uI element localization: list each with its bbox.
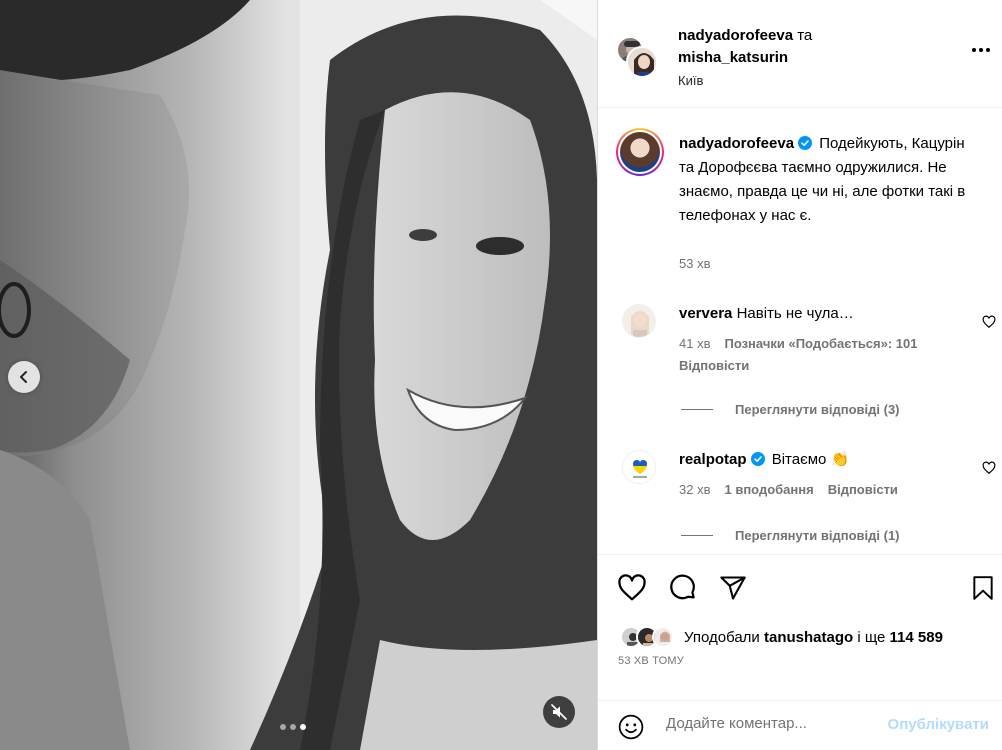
comment-likes[interactable]: Позначки «Подобається»: 101: [724, 336, 917, 351]
avatar[interactable]: [622, 450, 656, 484]
comment-body: Вітаємо 👏: [771, 451, 850, 468]
verified-badge-icon: [750, 452, 765, 466]
likes-count-link[interactable]: 114 589: [890, 629, 943, 646]
likes-prefix: Уподобали: [684, 628, 760, 646]
comments-section[interactable]: nadyadorofeeva Подейкують, Кацурін та До…: [598, 108, 1002, 554]
add-comment-row: Опублікувати: [598, 700, 1002, 750]
heart-outline-icon[interactable]: [982, 461, 996, 475]
carousel-prev-button[interactable]: [8, 361, 40, 393]
emoji-icon[interactable]: [618, 714, 644, 740]
post-time-ago[interactable]: 53 ХВ ТОМУ: [618, 655, 684, 667]
view-replies-label: Переглянути відповіді (1): [735, 528, 900, 543]
collab-avatars[interactable]: [616, 36, 660, 80]
comment-input[interactable]: [666, 715, 866, 732]
comment-meta: 32 хв 1 вподобання Відповісти: [679, 482, 898, 497]
carousel-dot-active: [300, 724, 306, 730]
post-header: nadyadorofeeva та misha_katsurin Київ: [598, 0, 1002, 108]
post-actions: Уподобали tanushatago і ще 114 589 53 ХВ…: [598, 554, 1002, 750]
avatar[interactable]: [626, 46, 658, 78]
location-link[interactable]: Київ: [678, 73, 703, 88]
avatar: [652, 626, 674, 648]
verified-badge-icon: [798, 136, 813, 150]
chevron-left-icon: [20, 371, 27, 383]
post-photo: [0, 0, 597, 750]
mute-button[interactable]: [543, 696, 575, 728]
likes-middle: і ще: [857, 628, 886, 646]
caption-username[interactable]: nadyadorofeeva: [679, 135, 794, 152]
view-replies-button[interactable]: Переглянути відповіді (3): [681, 402, 900, 417]
speaker-muted-icon: [551, 704, 567, 720]
comment-likes[interactable]: 1 вподобання: [724, 482, 813, 497]
comment-time[interactable]: 41 хв: [679, 336, 710, 351]
comment-meta: 41 хв Позначки «Подобається»: 101: [679, 336, 918, 351]
replies-divider: [681, 409, 713, 410]
carousel-dots: [280, 724, 306, 730]
carousel-dot: [280, 724, 286, 730]
comment-time[interactable]: 32 хв: [679, 482, 710, 497]
post-side-panel: nadyadorofeeva та misha_katsurin Київ na…: [597, 0, 1002, 750]
comment-username[interactable]: ververa: [679, 305, 732, 322]
collaborator-link[interactable]: misha_katsurin: [678, 49, 788, 66]
post-media[interactable]: [0, 0, 597, 750]
likes-summary: Уподобали tanushatago і ще 114 589: [620, 626, 943, 648]
likes-text: Уподобали tanushatago і ще 114 589: [684, 629, 943, 646]
author-conjunction: та: [797, 27, 813, 44]
more-horizontal-icon[interactable]: [972, 48, 990, 52]
view-replies-button[interactable]: Переглянути відповіді (1): [681, 528, 900, 543]
post-comment-button[interactable]: Опублікувати: [888, 716, 989, 733]
replies-divider: [681, 535, 713, 536]
comment-icon[interactable]: [667, 572, 699, 604]
avatar: [620, 132, 660, 172]
author-link[interactable]: nadyadorofeeva: [678, 27, 793, 44]
comment-username[interactable]: realpotap: [679, 451, 747, 468]
post-authors: nadyadorofeeva та misha_katsurin: [678, 25, 812, 69]
caption-time[interactable]: 53 хв: [679, 256, 710, 271]
comment-text: realpotap Вітаємо 👏: [679, 450, 969, 470]
bookmark-icon[interactable]: [967, 572, 999, 604]
share-icon[interactable]: [717, 572, 749, 604]
heart-icon[interactable]: [616, 572, 648, 604]
story-ring-avatar[interactable]: [616, 128, 664, 176]
comment-text: ververa Навіть не чула…: [679, 304, 969, 324]
avatar[interactable]: [622, 304, 656, 338]
comment-body: Навіть не чула…: [736, 305, 854, 322]
heart-outline-icon[interactable]: [982, 315, 996, 329]
reply-button[interactable]: Відповісти: [679, 358, 749, 373]
carousel-dot: [290, 724, 296, 730]
view-replies-label: Переглянути відповіді (3): [735, 402, 900, 417]
reply-button[interactable]: Відповісти: [828, 482, 898, 497]
likes-user-link[interactable]: tanushatago: [764, 629, 853, 646]
caption-text: nadyadorofeeva Подейкують, Кацурін та До…: [679, 132, 979, 228]
